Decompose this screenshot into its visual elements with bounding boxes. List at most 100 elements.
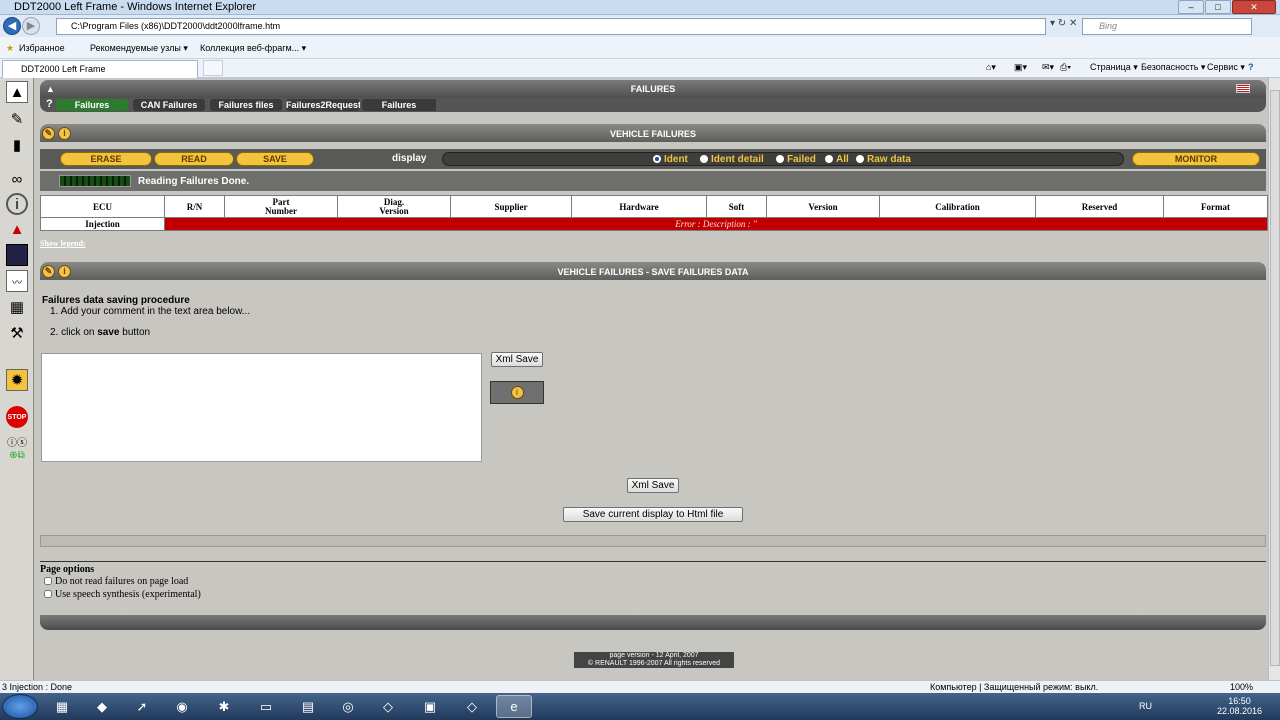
info-round-icon[interactable]: i xyxy=(58,265,71,278)
tab-failures-simulator[interactable]: Failures Simulato xyxy=(362,99,436,111)
info-round-icon[interactable]: i xyxy=(58,127,71,140)
procedure-step-1: 1. Add your comment in the text area bel… xyxy=(50,306,251,317)
favorites-item-webslices[interactable]: Коллекция веб-фрагм... ▾ xyxy=(200,43,306,54)
table-row[interactable]: Injection Error : Description : '' xyxy=(40,217,1268,231)
sun-icon[interactable]: ✹ xyxy=(6,369,28,391)
help-icon[interactable]: ? xyxy=(46,98,53,110)
binoculars-icon[interactable]: ∞ xyxy=(6,168,28,190)
option-all[interactable]: All xyxy=(825,154,849,165)
security-menu[interactable]: Безопасность ▾ xyxy=(1141,62,1205,73)
ecu-icon[interactable]: ▮ xyxy=(6,134,28,156)
page-title: FAILURES xyxy=(630,84,676,94)
tab-failures2request[interactable]: Failures2Request xyxy=(286,99,360,111)
new-tab-button[interactable] xyxy=(203,60,223,76)
help-menu[interactable]: ? xyxy=(1248,62,1254,72)
tab-can-failures[interactable]: CAN Failures xyxy=(133,99,205,111)
minimize-button[interactable]: – xyxy=(1178,0,1204,14)
table-header-row: ECU R/N Part Number Diag. Version Suppli… xyxy=(40,195,1268,218)
show-legend-link[interactable]: Show legend: xyxy=(40,239,86,248)
settings-round-icon[interactable]: ✎ xyxy=(42,127,55,140)
home-tool-icon[interactable]: ▲ xyxy=(6,81,28,103)
page-menu[interactable]: Страница ▾ xyxy=(1090,62,1138,73)
address-bar: ◀ ▶ C:\Program Files (x86)\DDT2000\ddt20… xyxy=(0,15,1280,37)
add-icon[interactable]: ⊕⧉ xyxy=(6,444,28,466)
window-title: DDT2000 Left Frame - Windows Internet Ex… xyxy=(14,1,257,13)
taskbar-app-3[interactable]: ➚ xyxy=(124,695,160,718)
saving-procedure: Failures data saving procedure 1. Add yo… xyxy=(42,295,250,338)
taskbar-app-9[interactable]: ◇ xyxy=(370,695,406,718)
taskbar-chrome-icon[interactable]: ◎ xyxy=(330,695,366,718)
vertical-scrollbar[interactable] xyxy=(1268,78,1280,680)
collapse-icon[interactable]: ▲ xyxy=(46,80,55,98)
col-version: Version xyxy=(766,195,880,218)
favorites-item-recommended[interactable]: Рекомендуемые узлы ▾ xyxy=(90,43,188,54)
taskbar-app-4[interactable]: ◉ xyxy=(164,695,200,718)
feeds-icon[interactable]: ▣▾ xyxy=(1014,62,1027,73)
windows-taskbar: ▦ ◆ ➚ ◉ ✱ ▭ ▤ ◎ ◇ ▣ ◇ e RU 16:50 22.08.2… xyxy=(0,693,1280,720)
service-menu[interactable]: Сервис ▾ xyxy=(1207,62,1245,73)
taskbar-save-icon[interactable]: ▤ xyxy=(290,695,326,718)
us-flag-icon[interactable] xyxy=(1236,84,1250,93)
tab-ddt2000[interactable]: DDT2000 Left Frame xyxy=(2,60,198,78)
tab-failures-files[interactable]: Failures files xyxy=(210,99,282,111)
warning-icon[interactable]: ▲ xyxy=(6,218,28,240)
monitor-button[interactable]: MONITOR xyxy=(1132,152,1260,166)
procedure-title: Failures data saving procedure xyxy=(42,295,190,306)
search-input[interactable]: Bing xyxy=(1082,18,1252,35)
option-raw-data[interactable]: Raw data xyxy=(856,154,911,165)
speech-checkbox[interactable] xyxy=(44,590,52,598)
ddt2000-frame: ▲ FAILURES ? Failures CAN Failures Failu… xyxy=(36,78,1268,680)
xml-save-button-2[interactable]: Xml Save xyxy=(627,478,679,493)
taskbar-folder-icon[interactable]: ▭ xyxy=(248,695,284,718)
comment-textarea[interactable] xyxy=(41,353,482,462)
option-no-read-on-load[interactable]: Do not read failures on page load xyxy=(40,575,201,588)
option-speech-synthesis[interactable]: Use speech synthesis (experimental) xyxy=(40,588,201,601)
forward-button[interactable]: ▶ xyxy=(22,17,40,35)
xml-save-button[interactable]: Xml Save xyxy=(491,352,543,367)
col-part-number: Part Number xyxy=(224,195,338,218)
taskbar-app-11[interactable]: ◇ xyxy=(454,695,490,718)
wand-icon[interactable]: ✎ xyxy=(6,108,28,130)
option-failed[interactable]: Failed xyxy=(776,154,816,165)
star-icon[interactable]: ★ xyxy=(6,43,14,54)
option-ident-detail[interactable]: Ident detail xyxy=(700,154,764,165)
reading-status-row: Reading Failures Done. xyxy=(40,171,1266,191)
tray-lang[interactable]: RU xyxy=(1139,701,1152,711)
zoom-level[interactable]: 100% xyxy=(1230,682,1253,692)
taskbar-ie-icon[interactable]: e xyxy=(496,695,532,718)
maximize-button[interactable]: □ xyxy=(1205,0,1231,14)
wrench-icon[interactable]: ⚒ xyxy=(6,322,28,344)
refresh-stop-icons[interactable]: ▾ ↻ ✕ xyxy=(1050,18,1077,29)
taskbar-app-2[interactable]: ◆ xyxy=(84,695,120,718)
taskbar-app-5[interactable]: ✱ xyxy=(206,695,242,718)
procedure-step-2: 2. click on save button xyxy=(50,327,151,338)
start-button[interactable] xyxy=(2,694,38,719)
taskbar-app-1[interactable]: ▦ xyxy=(44,695,80,718)
tab-failures[interactable]: Failures xyxy=(56,99,128,111)
screen-icon[interactable] xyxy=(6,244,28,266)
print-icon[interactable]: ⎙▾ xyxy=(1060,62,1071,73)
progress-led xyxy=(59,175,131,187)
home-icon[interactable]: ⌂▾ xyxy=(986,62,996,73)
option-ident[interactable]: Ident xyxy=(653,154,688,165)
erase-button[interactable]: ERASE xyxy=(60,152,152,166)
settings-round-icon[interactable]: ✎ xyxy=(42,265,55,278)
read-button[interactable]: READ xyxy=(154,152,234,166)
ecu-cell[interactable]: Injection xyxy=(40,217,165,231)
url-field[interactable]: C:\Program Files (x86)\DDT2000\ddt2000lf… xyxy=(56,18,1046,35)
chip-icon[interactable]: ▦ xyxy=(6,296,28,318)
back-button[interactable]: ◀ xyxy=(3,17,21,35)
favorites-button[interactable]: Избранное xyxy=(19,43,65,53)
save-html-button[interactable]: Save current display to Html file xyxy=(563,507,743,522)
info-box-button[interactable]: i xyxy=(490,381,544,404)
mail-icon[interactable]: ✉▾ xyxy=(1042,62,1054,73)
close-button[interactable]: ✕ xyxy=(1232,0,1276,14)
tray-clock[interactable]: 16:50 22.08.2016 xyxy=(1217,696,1262,716)
no-read-checkbox[interactable] xyxy=(44,577,52,585)
taskbar-app-10[interactable]: ▣ xyxy=(412,695,448,718)
info-icon[interactable]: i xyxy=(6,193,28,215)
col-diag-version: Diag. Version xyxy=(337,195,451,218)
graph-icon[interactable]: 〰 xyxy=(6,270,28,292)
stop-icon[interactable]: STOP xyxy=(6,406,28,428)
save-button[interactable]: SAVE xyxy=(236,152,314,166)
